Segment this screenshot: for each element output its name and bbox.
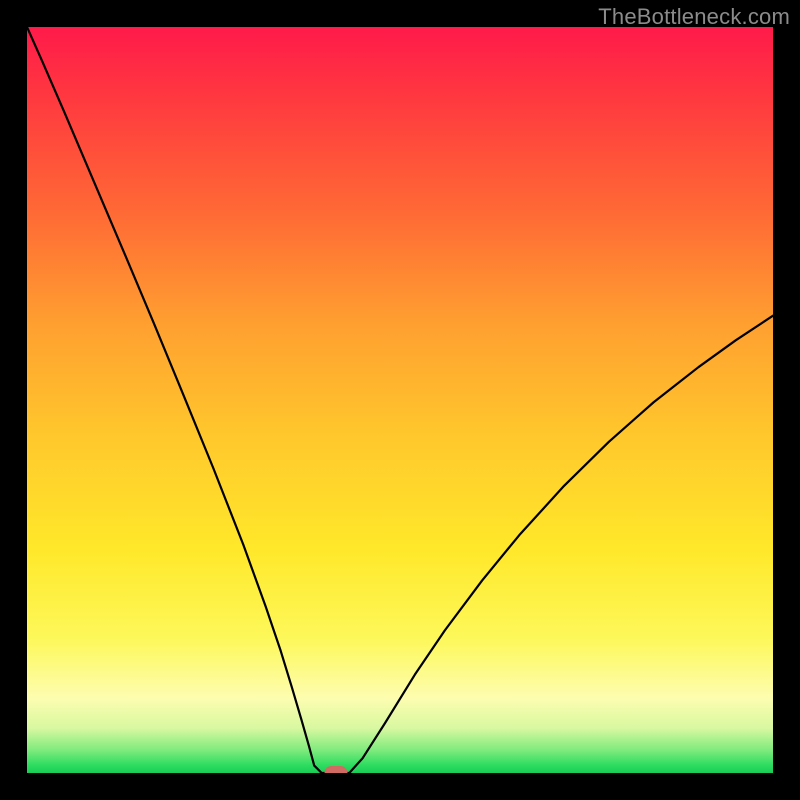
chart-frame: TheBottleneck.com xyxy=(0,0,800,800)
plot-area xyxy=(27,27,773,773)
background-gradient xyxy=(27,27,773,773)
